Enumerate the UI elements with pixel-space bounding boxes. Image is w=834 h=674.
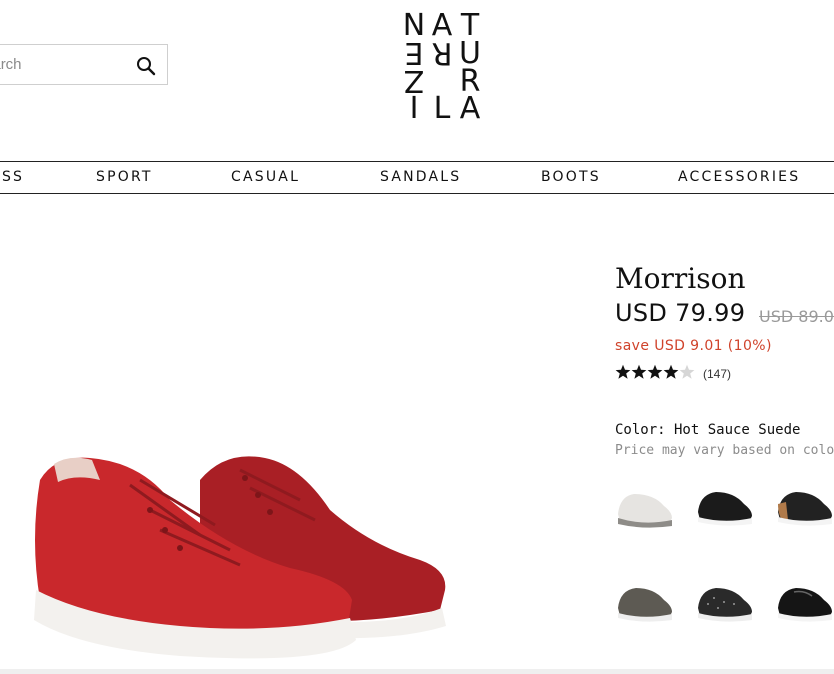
nav-item-sandals[interactable]: SANDALS (380, 162, 461, 193)
review-count[interactable]: (147) (703, 367, 731, 381)
nav-item-dress[interactable]: DRESS (0, 162, 24, 193)
savings-text: save USD 9.01 (10%) (615, 338, 772, 354)
swatch-light-grey[interactable] (614, 484, 676, 532)
price-row: USD 79.99 USD 89.00 (615, 299, 834, 327)
search-box[interactable] (0, 44, 168, 85)
nav-item-accessories[interactable]: ACCESSORIES (678, 162, 800, 193)
svg-text:E: E (405, 35, 424, 70)
swatch-black-patent[interactable] (774, 580, 834, 628)
swatch-black-sparkle[interactable] (694, 580, 756, 628)
main-nav: DRESS SPORT CASUAL SANDALS BOOTS ACCESSO… (0, 161, 834, 194)
search-input[interactable] (0, 45, 126, 84)
nav-item-casual[interactable]: CASUAL (231, 162, 300, 193)
sale-price: USD 79.99 (615, 299, 746, 327)
nav-item-sport[interactable]: SPORT (96, 162, 153, 193)
search-icon[interactable] (136, 56, 156, 76)
star-rating-icon (615, 364, 695, 379)
product-title: Morrison (615, 262, 746, 295)
page-divider (0, 669, 834, 674)
swatch-black-tan[interactable] (774, 484, 834, 532)
original-price: USD 89.00 (759, 307, 834, 326)
price-note: Price may vary based on color (615, 443, 834, 458)
color-label: Color: Hot Sauce Suede (615, 422, 801, 438)
svg-text:R: R (432, 35, 453, 70)
swatch-pewter[interactable] (614, 580, 676, 628)
svg-text:A: A (460, 91, 481, 120)
svg-text:L: L (434, 91, 451, 120)
nav-item-boots[interactable]: BOOTS (541, 162, 601, 193)
swatch-black[interactable] (694, 484, 756, 532)
brand-logo[interactable]: N A T U R A L I Z E R (400, 8, 484, 120)
product-image[interactable] (0, 440, 460, 670)
